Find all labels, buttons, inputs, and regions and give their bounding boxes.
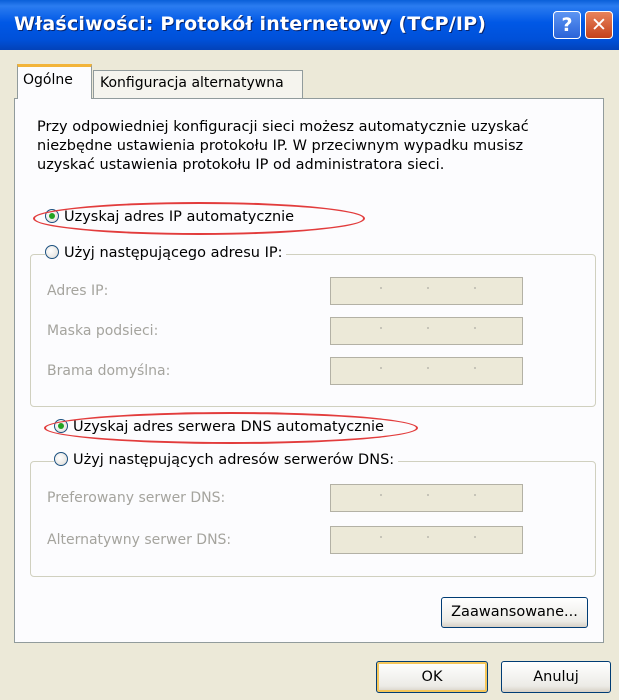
label-preferred-dns: Preferowany serwer DNS: bbox=[47, 490, 226, 506]
radio-unselected-icon bbox=[45, 245, 59, 259]
radio-selected-icon bbox=[54, 419, 68, 433]
label-default-gateway: Brama domyślna: bbox=[47, 363, 171, 379]
label-ip-address: Adres IP: bbox=[47, 283, 109, 299]
tab-alternate-configuration[interactable]: Konfiguracja alternatywna bbox=[93, 70, 303, 98]
radio-obtain-ip-auto-label: Uzyskaj adres IP automatycznie bbox=[64, 209, 295, 225]
radio-obtain-ip-auto[interactable]: Uzyskaj adres IP automatycznie bbox=[45, 209, 299, 225]
window-title: Właściwości: Protokół internetowy (TCP/I… bbox=[14, 13, 487, 35]
close-icon: ✕ bbox=[591, 14, 607, 36]
groupbox-manual-dns bbox=[30, 461, 596, 577]
help-button[interactable]: ? bbox=[553, 11, 581, 39]
radio-use-following-dns-label: Użyj następujących adresów serwerów DNS: bbox=[73, 452, 395, 468]
tcpip-properties-dialog: Właściwości: Protokół internetowy (TCP/I… bbox=[0, 0, 619, 700]
radio-obtain-dns-auto-label: Uzyskaj adres serwera DNS automatycznie bbox=[73, 419, 384, 435]
input-subnet-mask[interactable] bbox=[330, 317, 523, 345]
radio-unselected-icon bbox=[54, 452, 68, 466]
radio-use-following-ip-label: Użyj następującego adresu IP: bbox=[64, 245, 283, 261]
input-preferred-dns[interactable] bbox=[330, 484, 523, 512]
ok-button[interactable]: OK bbox=[376, 661, 488, 693]
radio-use-following-dns[interactable]: Użyj następujących adresów serwerów DNS: bbox=[54, 452, 399, 468]
label-alternate-dns: Alternatywny serwer DNS: bbox=[47, 532, 232, 548]
title-bar[interactable]: Właściwości: Protokół internetowy (TCP/I… bbox=[0, 0, 619, 50]
input-alternate-dns[interactable] bbox=[330, 526, 523, 554]
advanced-button[interactable]: Zaawansowane... bbox=[441, 597, 588, 628]
radio-selected-icon bbox=[45, 209, 59, 223]
description-text: Przy odpowiedniej konfiguracji sieci moż… bbox=[37, 119, 529, 173]
input-default-gateway[interactable] bbox=[330, 357, 523, 385]
radio-use-following-ip[interactable]: Użyj następującego adresu IP: bbox=[45, 245, 287, 261]
help-icon: ? bbox=[561, 14, 573, 36]
cancel-button[interactable]: Anuluj bbox=[501, 661, 611, 693]
label-subnet-mask: Maska podsieci: bbox=[47, 323, 159, 339]
input-ip-address[interactable] bbox=[330, 277, 523, 305]
close-button[interactable]: ✕ bbox=[585, 11, 613, 39]
radio-obtain-dns-auto[interactable]: Uzyskaj adres serwera DNS automatycznie bbox=[54, 419, 388, 435]
tab-general[interactable]: Ogólne bbox=[17, 64, 92, 99]
